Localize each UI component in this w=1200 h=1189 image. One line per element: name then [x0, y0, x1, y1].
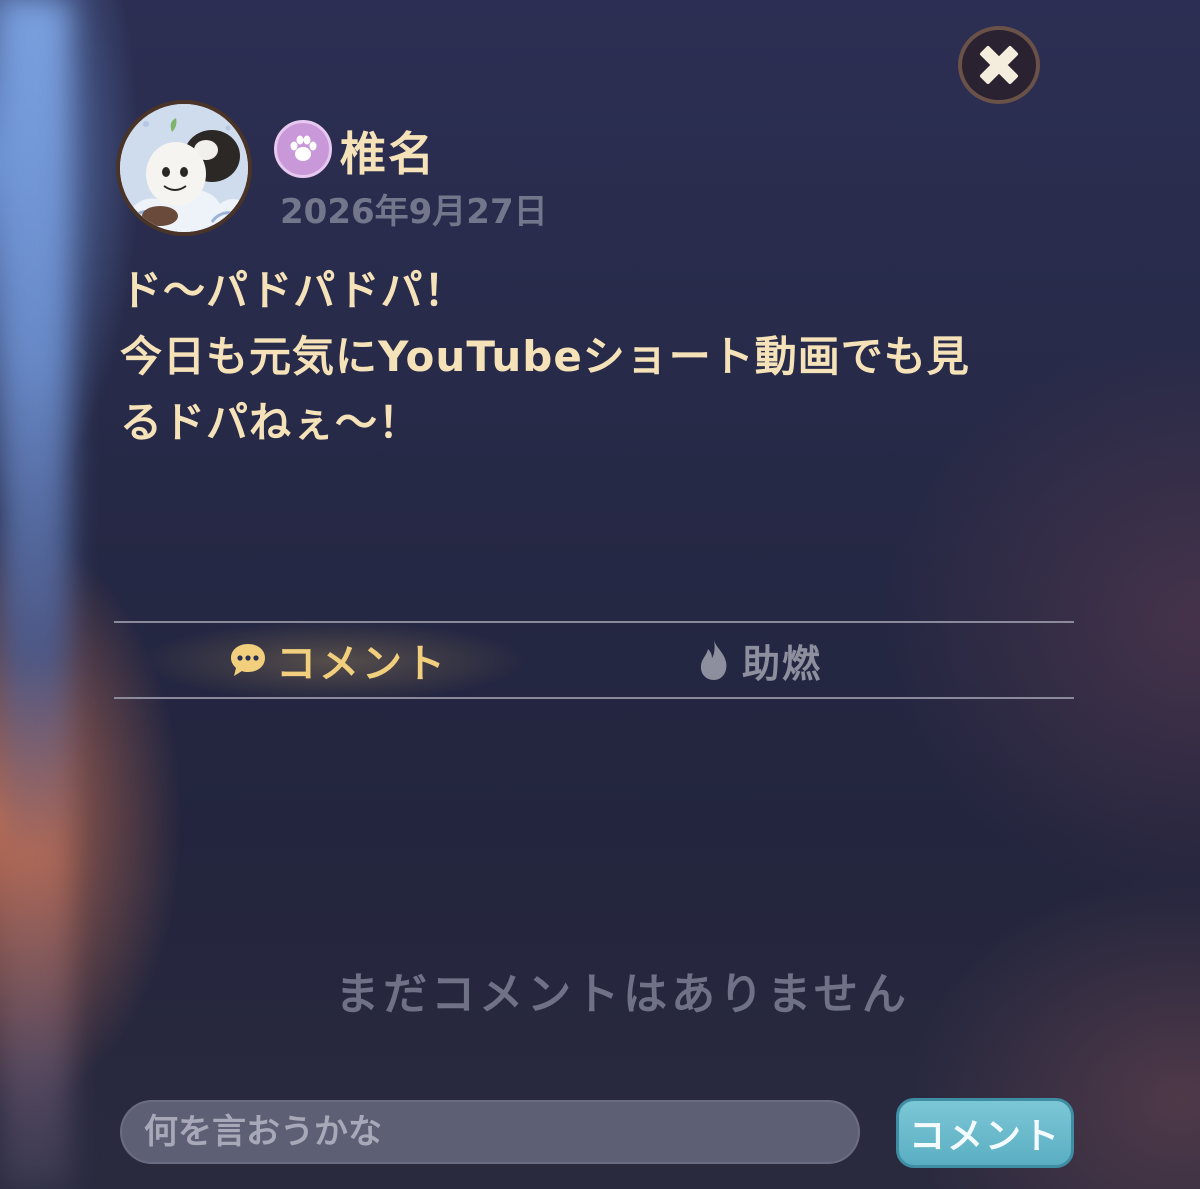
- avatar[interactable]: [116, 100, 252, 236]
- tab-bar: コメント 助燃: [114, 621, 1074, 699]
- username[interactable]: 椎名: [340, 118, 436, 184]
- submit-comment-button[interactable]: コメント: [896, 1098, 1074, 1168]
- empty-comments-message: まだコメントはありません: [335, 969, 910, 1020]
- tab-comments[interactable]: コメント: [114, 623, 594, 697]
- tab-boost-label: 助燃: [742, 641, 823, 686]
- post-body: ド～パドパドパ！ 今日も元気にYouTubeショート動画でも見 るドパねぇ～！: [120, 258, 1080, 456]
- member-badge: [274, 120, 332, 178]
- comment-input[interactable]: [120, 1100, 860, 1164]
- close-icon: [980, 46, 1018, 84]
- close-button[interactable]: [958, 26, 1040, 104]
- post-line: ド～パドパドパ！: [120, 266, 467, 315]
- post-detail-panel: 椎名 2026年9月27日 ド～パドパドパ！ 今日も元気にYouTubeショート…: [0, 0, 1200, 1189]
- tab-comments-label: コメント: [276, 641, 448, 687]
- tab-boost[interactable]: 助燃: [594, 623, 1074, 697]
- flame-icon: [700, 640, 727, 680]
- post-line: 今日も元気にYouTubeショート動画でも見: [120, 332, 970, 381]
- post-line: るドパねぇ～！: [120, 398, 422, 447]
- post-date: 2026年9月27日: [280, 192, 548, 232]
- chat-bubble-icon: [231, 644, 265, 676]
- avatar-image: [120, 104, 248, 232]
- paw-icon: [290, 135, 317, 161]
